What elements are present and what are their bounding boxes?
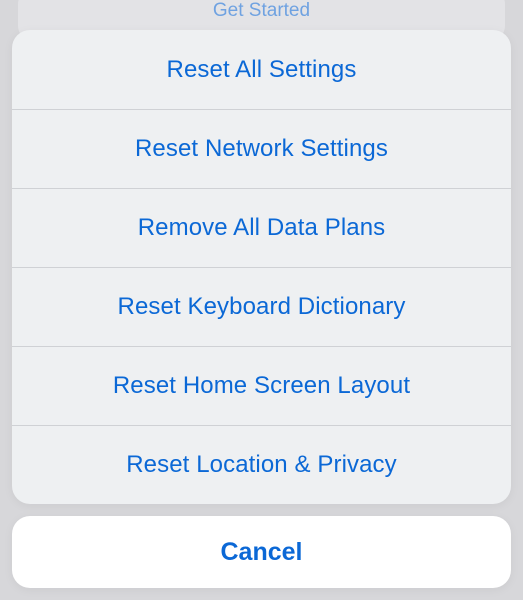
option-label: Reset Location & Privacy [126, 451, 397, 479]
cancel-label: Cancel [221, 538, 303, 567]
reset-all-settings-option[interactable]: Reset All Settings [12, 30, 511, 109]
remove-all-data-plans-option[interactable]: Remove All Data Plans [12, 188, 511, 267]
option-label: Remove All Data Plans [138, 214, 386, 242]
option-label: Reset Network Settings [135, 135, 388, 163]
action-sheet: Reset All Settings Reset Network Setting… [12, 30, 511, 588]
reset-home-screen-layout-option[interactable]: Reset Home Screen Layout [12, 346, 511, 425]
cancel-button[interactable]: Cancel [12, 516, 511, 588]
options-group: Reset All Settings Reset Network Setting… [12, 30, 511, 504]
option-label: Reset Home Screen Layout [113, 372, 410, 400]
option-label: Reset Keyboard Dictionary [118, 293, 406, 321]
option-label: Reset All Settings [167, 56, 357, 84]
reset-location-privacy-option[interactable]: Reset Location & Privacy [12, 425, 511, 504]
reset-network-settings-option[interactable]: Reset Network Settings [12, 109, 511, 188]
reset-keyboard-dictionary-option[interactable]: Reset Keyboard Dictionary [12, 267, 511, 346]
background-row-label: Get Started [213, 0, 310, 22]
